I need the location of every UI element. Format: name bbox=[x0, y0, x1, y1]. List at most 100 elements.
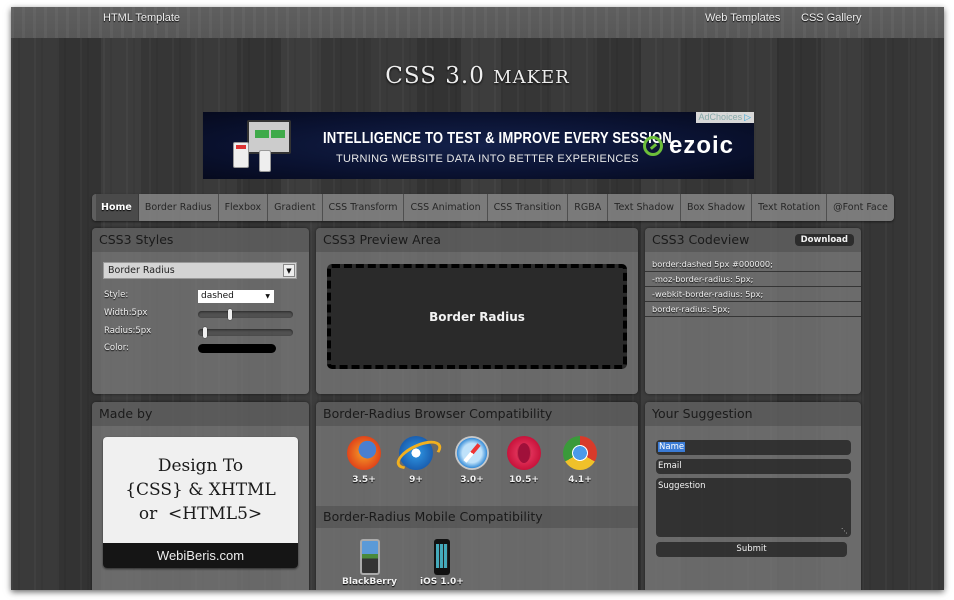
chevron-down-icon: ▼ bbox=[265, 293, 270, 300]
ezoic-logo: ezoic bbox=[643, 132, 734, 160]
nav-link-css-gallery[interactable]: CSS Gallery bbox=[801, 12, 862, 24]
suggestion-textarea[interactable]: Suggestion ⋱ bbox=[656, 478, 851, 537]
browser-item: 3.5+ bbox=[342, 436, 386, 485]
tab-border-radius[interactable]: Border Radius bbox=[138, 194, 219, 221]
tab-box-shadow[interactable]: Box Shadow bbox=[680, 194, 753, 221]
blackberry-icon bbox=[359, 539, 380, 575]
tab-font-face[interactable]: @Font Face bbox=[827, 194, 894, 221]
browser-version: 3.0+ bbox=[460, 475, 484, 485]
preview-box: Border Radius bbox=[327, 264, 627, 369]
code-line: -moz-border-radius: 5px; bbox=[645, 272, 861, 287]
adchoices-badge[interactable]: AdChoices ▷ bbox=[695, 112, 754, 123]
code-output: border:dashed 5px #000000; -moz-border-r… bbox=[645, 257, 861, 317]
ie-icon bbox=[399, 436, 433, 470]
browser-item: 10.5+ bbox=[502, 436, 546, 485]
preview-text: Border Radius bbox=[429, 309, 525, 324]
tab-text-shadow[interactable]: Text Shadow bbox=[608, 194, 681, 221]
width-slider[interactable] bbox=[198, 309, 293, 320]
tab-css-animation[interactable]: CSS Animation bbox=[404, 194, 488, 221]
panel-title: Your Suggestion bbox=[645, 402, 861, 426]
mobile-compatibility-title: Border-Radius Mobile Compatibility bbox=[316, 506, 638, 528]
border-style-select[interactable]: dashed ▼ bbox=[198, 290, 274, 303]
browser-item: 9+ bbox=[394, 436, 438, 485]
site-title-prefix: CSS 3.0 bbox=[385, 63, 494, 89]
suggestion-value: Suggestion bbox=[658, 481, 706, 491]
banner-line: {CSS} & XHTML bbox=[125, 480, 276, 500]
code-line: -webkit-border-radius: 5px; bbox=[645, 287, 861, 302]
ad-headline: INTELLIGENCE TO TEST & IMPROVE EVERY SES… bbox=[323, 130, 672, 147]
tab-css-transform[interactable]: CSS Transform bbox=[322, 194, 405, 221]
browser-version: 3.5+ bbox=[352, 475, 376, 485]
opera-icon bbox=[507, 436, 541, 470]
download-button[interactable]: Download bbox=[794, 234, 854, 246]
browser-page: HTML Template Web Templates CSS Gallery … bbox=[11, 7, 944, 590]
css3-codeview-panel: CSS3 Codeview Download border:dashed 5px… bbox=[645, 228, 861, 394]
panel-title: CSS3 Styles bbox=[92, 228, 309, 252]
nav-link-web-templates[interactable]: Web Templates bbox=[705, 12, 780, 24]
tab-flexbox[interactable]: Flexbox bbox=[218, 194, 269, 221]
tab-text-rotation[interactable]: Text Rotation bbox=[752, 194, 828, 221]
site-logo-title[interactable]: CSS 3.0 Maker bbox=[11, 63, 944, 89]
device-label: iOS 1.0+ bbox=[420, 577, 464, 587]
browser-list: 3.5+ 9+ 3.0+ 10.5+ 4.1+ bbox=[316, 436, 638, 496]
browser-item: 3.0+ bbox=[450, 436, 494, 485]
name-field[interactable]: Name bbox=[656, 440, 851, 455]
site-title-suffix: Maker bbox=[493, 67, 570, 88]
banner-line: Design To bbox=[157, 456, 244, 476]
nav-link-html-template[interactable]: HTML Template bbox=[103, 12, 180, 24]
adchoices-label: AdChoices bbox=[698, 112, 743, 122]
panel-title: Border-Radius Browser Compatibility bbox=[316, 402, 638, 426]
border-style-value: dashed bbox=[201, 291, 234, 301]
width-slider-thumb[interactable] bbox=[228, 309, 233, 320]
width-label: Width:5px bbox=[104, 308, 148, 318]
property-select-value: Border Radius bbox=[108, 265, 175, 276]
made-by-panel: Made by Design To {CSS} & XHTML or <HTML… bbox=[92, 402, 309, 590]
banner-text: Design To {CSS} & XHTML or <HTML5> bbox=[103, 437, 298, 543]
webiberis-banner[interactable]: Design To {CSS} & XHTML or <HTML5> WebiB… bbox=[103, 437, 298, 568]
panel-title: CSS3 Preview Area bbox=[316, 228, 638, 252]
chrome-icon bbox=[563, 436, 597, 470]
suggestion-panel: Your Suggestion Name Email Suggestion ⋱ … bbox=[645, 402, 861, 590]
code-line: border-radius: 5px; bbox=[645, 302, 861, 317]
browser-version: 10.5+ bbox=[509, 475, 539, 485]
style-label: Style: bbox=[104, 290, 129, 300]
color-label: Color: bbox=[104, 343, 129, 353]
css3-styles-panel: CSS3 Styles Border Radius ▼ Style: dashe… bbox=[92, 228, 309, 394]
browser-version: 9+ bbox=[409, 475, 423, 485]
email-field[interactable]: Email bbox=[656, 459, 851, 474]
banner-line: or <HTML5> bbox=[138, 504, 263, 524]
browser-compatibility-panel: Border-Radius Browser Compatibility 3.5+… bbox=[316, 402, 638, 590]
adchoices-icon: ▷ bbox=[744, 112, 751, 122]
resize-grip-icon[interactable]: ⋱ bbox=[841, 527, 848, 535]
top-nav-bar: HTML Template Web Templates CSS Gallery bbox=[11, 7, 944, 38]
firefox-icon bbox=[347, 436, 381, 470]
radius-slider[interactable] bbox=[198, 327, 293, 338]
browser-item: 4.1+ bbox=[558, 436, 602, 485]
code-line: border:dashed 5px #000000; bbox=[645, 257, 861, 272]
ad-brand: ezoic bbox=[669, 132, 735, 159]
iphone-icon bbox=[433, 539, 450, 575]
panel-title: Made by bbox=[92, 402, 309, 426]
device-label: BlackBerry bbox=[342, 577, 398, 587]
radius-slider-thumb[interactable] bbox=[202, 327, 207, 338]
tab-home[interactable]: Home bbox=[96, 194, 139, 221]
browser-version: 4.1+ bbox=[568, 475, 592, 485]
submit-button[interactable]: Submit bbox=[656, 542, 847, 557]
ezoic-logo-icon bbox=[643, 136, 663, 156]
tab-gradient[interactable]: Gradient bbox=[268, 194, 323, 221]
ad-subline: TURNING WEBSITE DATA INTO BETTER EXPERIE… bbox=[336, 153, 639, 165]
ad-banner[interactable]: INTELLIGENCE TO TEST & IMPROVE EVERY SES… bbox=[203, 112, 754, 179]
color-picker-swatch[interactable] bbox=[198, 344, 276, 353]
tab-rgba[interactable]: RGBA bbox=[568, 194, 609, 221]
property-select[interactable]: Border Radius ▼ bbox=[103, 262, 297, 279]
device-item: iOS 1.0+ bbox=[420, 539, 464, 587]
name-field-value: Name bbox=[658, 442, 686, 452]
device-item: BlackBerry bbox=[342, 539, 397, 587]
tab-css-transition[interactable]: CSS Transition bbox=[487, 194, 569, 221]
css3-preview-panel: CSS3 Preview Area Border Radius bbox=[316, 228, 638, 394]
safari-icon bbox=[455, 436, 489, 470]
radius-label: Radius:5px bbox=[104, 326, 152, 336]
devices-illustration bbox=[231, 120, 293, 174]
css-feature-tabs: Home Border Radius Flexbox Gradient CSS … bbox=[92, 194, 894, 221]
chevron-down-icon: ▼ bbox=[283, 264, 295, 277]
